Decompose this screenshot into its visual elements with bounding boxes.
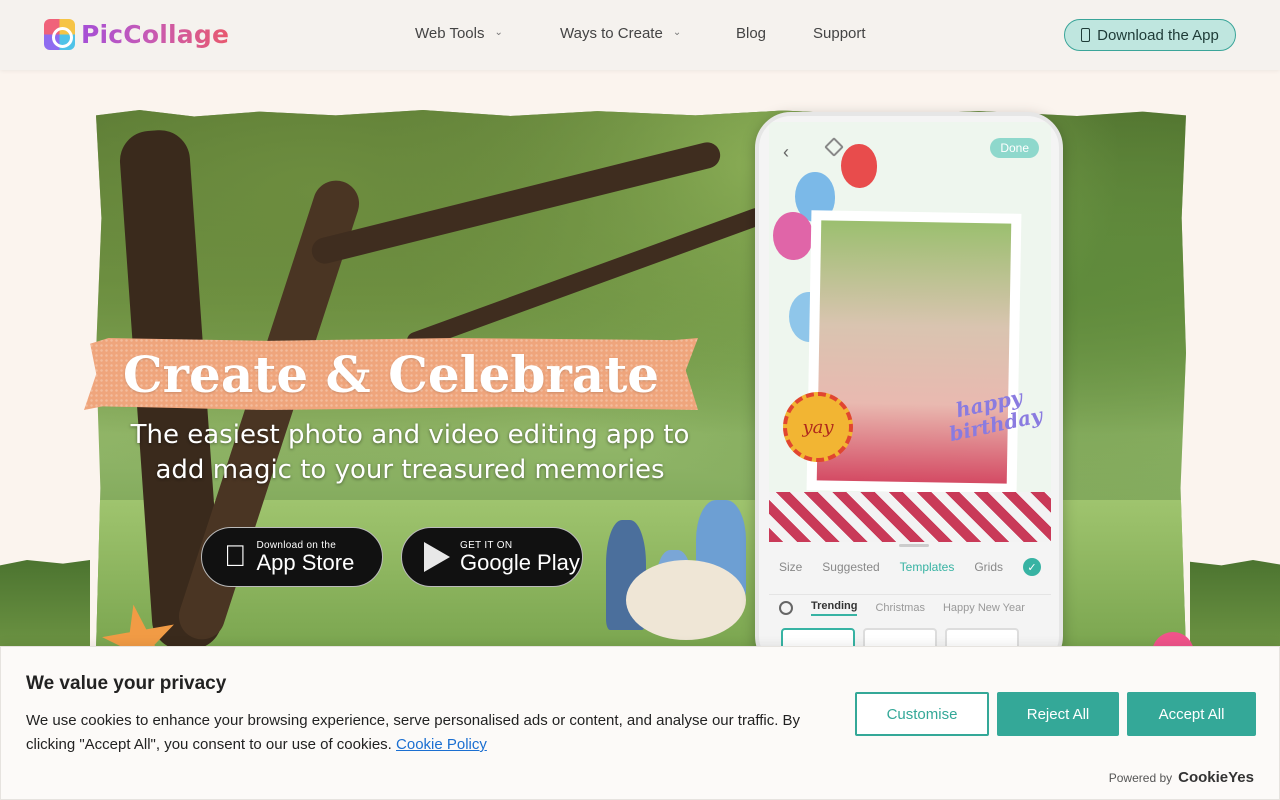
torn-grass-right: [1190, 560, 1280, 650]
cookie-policy-link[interactable]: Cookie Policy: [396, 736, 487, 753]
nav-blog[interactable]: Blog: [736, 25, 766, 42]
nav-web-tools[interactable]: Web Tools ⌄: [415, 25, 503, 42]
logo-text: PicCollage: [81, 20, 230, 49]
chevron-down-icon: ⌄: [672, 27, 682, 38]
balloon-decoration: [841, 144, 877, 188]
hero-subtitle-line: add magic to your treasured memories: [155, 455, 665, 485]
app-store-button[interactable]:  Download on the App Store: [201, 527, 383, 587]
phone-tab: Size: [778, 560, 803, 574]
download-app-label: Download the App: [1097, 26, 1219, 44]
done-button: Done: [990, 138, 1039, 158]
search-icon: [779, 600, 793, 615]
phone-subtab-active: Trending: [811, 600, 858, 616]
apple-icon: : [224, 542, 247, 572]
phone-tab-bar: Size Suggested Templates Grids ✓: [769, 552, 1051, 582]
picnic-tablecloth: [769, 492, 1051, 542]
nav-ways-to-create[interactable]: Ways to Create ⌄: [560, 25, 681, 42]
phone-tab: Grids: [974, 560, 1003, 574]
sheet-handle: [899, 544, 929, 547]
nav-label: Web Tools: [415, 25, 485, 42]
reject-all-button[interactable]: Reject All: [997, 692, 1119, 736]
phone-subtab-bar: Trending Christmas Happy New Year: [769, 594, 1051, 620]
play-icon: [424, 542, 450, 572]
cookie-text: We use cookies to enhance your browsing …: [26, 709, 846, 757]
accept-all-button[interactable]: Accept All: [1127, 692, 1256, 736]
nav-label: Ways to Create: [560, 25, 663, 42]
customise-button[interactable]: Customise: [855, 692, 989, 736]
phone-subtab: Happy New Year: [942, 601, 1025, 614]
hero-title: Create & Celebrate: [122, 344, 660, 404]
app-store-small-label: Download on the: [234, 539, 336, 551]
chevron-down-icon: ⌄: [494, 27, 503, 38]
cookieyes-logo[interactable]: CookieYes: [1178, 769, 1254, 786]
torn-grass-left: [0, 560, 90, 650]
cookie-title: We value your privacy: [26, 673, 227, 694]
download-app-button[interactable]: Download the App: [1064, 19, 1236, 51]
check-icon: ✓: [1022, 558, 1041, 576]
hero-subtitle: The easiest photo and video editing app …: [110, 418, 710, 488]
piccollage-logo[interactable]: PicCollage: [44, 19, 229, 50]
app-store-label: App Store: [234, 549, 355, 575]
balloon-decoration: [773, 212, 813, 260]
nav-label: Blog: [736, 25, 767, 42]
google-play-small-label: GET IT ON: [460, 539, 513, 551]
nav-label: Support: [813, 25, 866, 42]
back-icon: ‹: [783, 142, 789, 162]
powered-by-label: Powered by: [1108, 771, 1173, 785]
google-play-label: Google Play: [460, 549, 580, 575]
nav-support[interactable]: Support: [813, 25, 866, 42]
yay-sticker: yay: [783, 392, 853, 462]
hero-subtitle-line: The easiest photo and video editing app …: [130, 420, 690, 450]
powered-by: Powered by CookieYes: [1109, 769, 1254, 786]
site-header: PicCollage Web Tools ⌄ Ways to Create ⌄ …: [0, 0, 1280, 70]
dog: [626, 560, 746, 640]
cookie-banner: We value your privacy We use cookies to …: [0, 646, 1280, 800]
phone-mockup: ‹ Done yay happy birthday Size Suggested…: [755, 112, 1063, 672]
layers-icon: [824, 137, 844, 157]
logo-icon: [44, 19, 75, 50]
google-play-button[interactable]: GET IT ON Google Play: [401, 527, 583, 587]
phone-subtab: Christmas: [875, 601, 925, 614]
phone-tab: Suggested: [822, 560, 880, 574]
phone-icon: [1081, 28, 1091, 42]
phone-screen: ‹ Done yay happy birthday: [769, 122, 1051, 542]
phone-tab-active: Templates: [899, 560, 955, 574]
